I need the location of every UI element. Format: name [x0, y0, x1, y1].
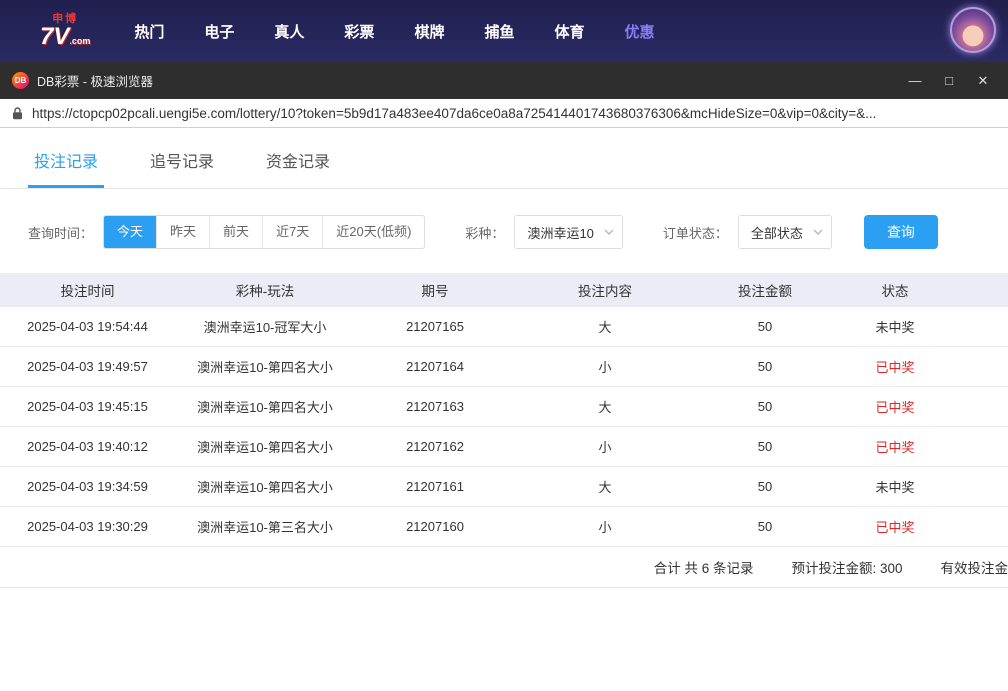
table-row: 2025-04-03 19:49:57 澳洲幸运10-第四名大小 2120716… — [0, 347, 1008, 387]
cell-game-play: 澳洲幸运10-第四名大小 — [175, 357, 355, 376]
maximize-button[interactable]: □ — [932, 68, 966, 94]
header-issue: 期号 — [355, 280, 515, 300]
bet-records-table: 投注时间 彩种-玩法 期号 投注内容 投注金额 状态 2025-04-03 19… — [0, 273, 1008, 588]
time-filter-20days[interactable]: 近20天(低频) — [322, 216, 424, 248]
nav-item-boardgames[interactable]: 棋牌 — [394, 21, 464, 42]
time-filter-group: 今天 昨天 前天 近7天 近20天(低频) — [103, 215, 425, 249]
cell-game-play: 澳洲幸运10-第四名大小 — [175, 437, 355, 456]
cell-bet-time: 2025-04-03 19:40:12 — [0, 439, 175, 454]
cell-bet-time: 2025-04-03 19:34:59 — [0, 479, 175, 494]
header-game-play: 彩种-玩法 — [175, 280, 355, 300]
address-bar[interactable]: https://ctopcp02pcali.uengi5e.com/lotter… — [0, 99, 1008, 128]
cell-status: 未中奖 — [835, 477, 955, 496]
cell-bet-amount: 50 — [695, 319, 835, 334]
lock-icon — [12, 107, 23, 120]
url-text[interactable]: https://ctopcp02pcali.uengi5e.com/lotter… — [32, 106, 876, 121]
cell-bet-amount: 50 — [695, 359, 835, 374]
site-favicon-icon: DB — [12, 72, 29, 89]
main-nav: 热门 电子 真人 彩票 棋牌 捕鱼 体育 优惠 — [114, 21, 674, 42]
cell-issue: 21207165 — [355, 319, 515, 334]
time-filter-today[interactable]: 今天 — [104, 216, 156, 248]
window-title: DB彩票 - 极速浏览器 — [37, 71, 153, 90]
nav-item-promotions[interactable]: 优惠 — [604, 21, 674, 42]
table-header-row: 投注时间 彩种-玩法 期号 投注内容 投注金额 状态 — [0, 273, 1008, 307]
cell-bet-content: 大 — [515, 477, 695, 496]
footer-expected-amount: 预计投注金额: 300 — [791, 557, 902, 577]
cell-game-play: 澳洲幸运10-第三名大小 — [175, 517, 355, 536]
footer-total-records: 合计 共 6 条记录 — [654, 557, 754, 577]
user-avatar[interactable] — [950, 7, 996, 53]
close-button[interactable]: ✕ — [966, 68, 1000, 94]
cell-bet-amount: 50 — [695, 439, 835, 454]
search-button[interactable]: 查询 — [864, 215, 938, 249]
cell-bet-amount: 50 — [695, 479, 835, 494]
table-footer: 合计 共 6 条记录 预计投注金额: 300 有效投注金 — [0, 547, 1008, 588]
tab-chase-records[interactable]: 追号记录 — [144, 132, 220, 188]
header-bet-content: 投注内容 — [515, 280, 695, 300]
header-bet-time: 投注时间 — [0, 280, 175, 300]
table-row: 2025-04-03 19:45:15 澳洲幸运10-第四名大小 2120716… — [0, 387, 1008, 427]
cell-bet-content: 小 — [515, 517, 695, 536]
browser-titlebar: DB DB彩票 - 极速浏览器 — □ ✕ — [0, 62, 1008, 99]
order-status-select[interactable]: 全部状态 — [738, 215, 832, 249]
cell-game-play: 澳洲幸运10-冠军大小 — [175, 317, 355, 336]
cell-bet-amount: 50 — [695, 519, 835, 534]
table-row: 2025-04-03 19:34:59 澳洲幸运10-第四名大小 2120716… — [0, 467, 1008, 507]
cell-bet-content: 大 — [515, 397, 695, 416]
nav-item-live[interactable]: 真人 — [254, 21, 324, 42]
header-bet-amount: 投注金额 — [695, 280, 835, 300]
site-logo[interactable]: 申博 7V.com — [40, 14, 90, 49]
chevron-down-icon — [813, 229, 823, 235]
logo-main-text: 7V.com — [40, 25, 90, 49]
nav-item-fishing[interactable]: 捕鱼 — [464, 21, 534, 42]
tab-bet-records[interactable]: 投注记录 — [28, 132, 104, 188]
table-row: 2025-04-03 19:30:29 澳洲幸运10-第三名大小 2120716… — [0, 507, 1008, 547]
time-filter-daybefore[interactable]: 前天 — [209, 216, 262, 248]
order-status-label: 订单状态： — [663, 223, 728, 242]
lottery-select-value: 澳洲幸运10 — [527, 223, 593, 242]
cell-issue: 21207162 — [355, 439, 515, 454]
table-row: 2025-04-03 19:54:44 澳洲幸运10-冠军大小 21207165… — [0, 307, 1008, 347]
window-controls: — □ ✕ — [898, 68, 1000, 94]
header-status: 状态 — [835, 280, 955, 300]
chevron-down-icon — [604, 229, 614, 235]
minimize-button[interactable]: — — [898, 68, 932, 94]
cell-bet-time: 2025-04-03 19:30:29 — [0, 519, 175, 534]
cell-bet-content: 小 — [515, 357, 695, 376]
nav-item-electronic[interactable]: 电子 — [184, 21, 254, 42]
cell-issue: 21207160 — [355, 519, 515, 534]
table-row: 2025-04-03 19:40:12 澳洲幸运10-第四名大小 2120716… — [0, 427, 1008, 467]
time-filter-label: 查询时间： — [28, 223, 93, 242]
footer-valid-amount: 有效投注金 — [941, 557, 1008, 577]
nav-item-lottery[interactable]: 彩票 — [324, 21, 394, 42]
filter-bar: 查询时间： 今天 昨天 前天 近7天 近20天(低频) 彩种： 澳洲幸运10 订… — [28, 215, 1008, 249]
cell-bet-time: 2025-04-03 19:45:15 — [0, 399, 175, 414]
record-tabs: 投注记录 追号记录 资金记录 — [0, 132, 1008, 189]
cell-status: 已中奖 — [835, 517, 955, 536]
cell-status: 已中奖 — [835, 437, 955, 456]
site-header: 申博 7V.com 热门 电子 真人 彩票 棋牌 捕鱼 体育 优惠 — [0, 0, 1008, 62]
cell-bet-time: 2025-04-03 19:49:57 — [0, 359, 175, 374]
nav-item-hot[interactable]: 热门 — [114, 21, 184, 42]
cell-status: 已中奖 — [835, 357, 955, 376]
cell-bet-time: 2025-04-03 19:54:44 — [0, 319, 175, 334]
cell-status: 未中奖 — [835, 317, 955, 336]
cell-issue: 21207163 — [355, 399, 515, 414]
cell-bet-content: 小 — [515, 437, 695, 456]
cell-bet-content: 大 — [515, 317, 695, 336]
cell-issue: 21207164 — [355, 359, 515, 374]
cell-game-play: 澳洲幸运10-第四名大小 — [175, 477, 355, 496]
cell-bet-amount: 50 — [695, 399, 835, 414]
time-filter-7days[interactable]: 近7天 — [262, 216, 322, 248]
order-status-value: 全部状态 — [751, 223, 803, 242]
time-filter-yesterday[interactable]: 昨天 — [156, 216, 209, 248]
cell-game-play: 澳洲幸运10-第四名大小 — [175, 397, 355, 416]
cell-status: 已中奖 — [835, 397, 955, 416]
nav-item-sports[interactable]: 体育 — [534, 21, 604, 42]
tab-fund-records[interactable]: 资金记录 — [260, 132, 336, 188]
lottery-select[interactable]: 澳洲幸运10 — [514, 215, 622, 249]
lottery-select-label: 彩种： — [465, 223, 504, 242]
cell-issue: 21207161 — [355, 479, 515, 494]
